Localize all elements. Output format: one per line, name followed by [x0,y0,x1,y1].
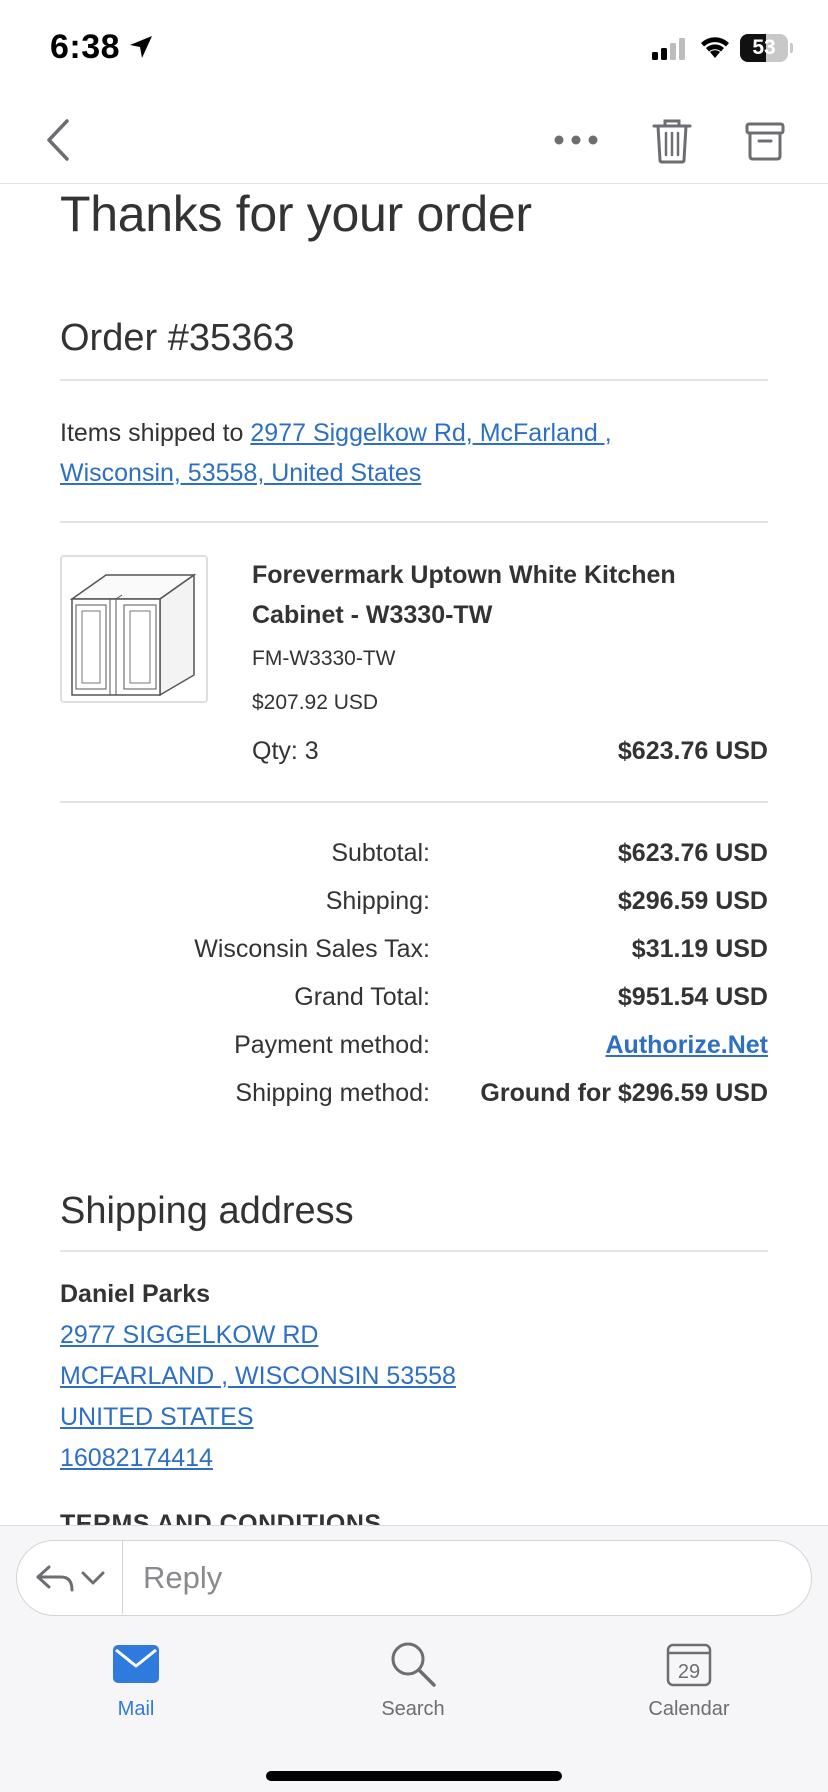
summary-row-grand-total: Grand Total: $951.54 USD [294,983,768,1011]
shipped-prefix: Items shipped to [60,419,251,447]
tab-calendar[interactable]: 29 Calendar [619,1636,759,1721]
terms-heading: TERMS AND CONDITIONS [60,1510,382,1525]
battery-level: 53 [752,36,776,59]
reply-input[interactable]: Reply [143,1541,222,1614]
payment-method-link[interactable]: Authorize.Net [606,1031,769,1060]
divider [60,1250,768,1252]
recipient-name: Daniel Parks [60,1280,211,1308]
ellipsis-icon [554,135,598,145]
divider [60,379,768,381]
back-button[interactable] [36,114,80,166]
status-time: 6:38 [50,28,121,66]
home-indicator [266,1771,562,1781]
chevron-left-icon [47,119,69,161]
summary-row-shipping: Shipping: $296.59 USD [325,887,768,915]
wifi-icon [701,37,729,58]
location-arrow-icon [130,36,152,58]
divider [60,801,768,803]
tab-search[interactable]: Search [343,1636,483,1721]
archive-button[interactable] [740,114,790,168]
tab-mail-label: Mail [117,1698,155,1720]
summary-row-subtotal: Subtotal: $623.76 USD [331,839,768,867]
tab-calendar-label: Calendar [648,1698,730,1720]
product-thumbnail[interactable] [60,555,208,703]
summary-row-shipping-method: Shipping method: Ground for $296.59 USD [235,1079,768,1107]
trash-icon [652,119,692,164]
product-line-total: $623.76 USD [617,737,768,765]
calendar-day: 29 [678,1661,700,1683]
envelope-icon [113,1645,159,1683]
summary-row-payment-method: Payment method: Authorize.Net [234,1031,769,1060]
search-icon [391,1642,436,1687]
product-name: Forevermark Uptown White Kitchen Cabinet… [252,561,676,629]
reply-arrow-icon [36,1565,73,1591]
archive-box-icon [745,122,785,161]
mail-toolbar [0,100,828,184]
cabinet-image [69,573,197,697]
divider [60,521,768,523]
shipped-to-text: Items shipped to 2977 Siggelkow Rd, McFa… [60,413,768,493]
more-button[interactable] [548,118,604,162]
tab-mail[interactable]: Mail [66,1636,206,1721]
shipping-address-heading: Shipping address [60,1190,354,1232]
chevron-down-icon [81,1571,104,1584]
phone-link[interactable]: 16082174414 [60,1444,213,1473]
product-qty: Qty: 3 [252,737,319,765]
calendar-icon: 29 [666,1643,712,1687]
address-line-1-link[interactable]: 2977 SIGGELKOW RD [60,1321,318,1350]
battery-icon: 53 [740,34,793,62]
product-price: $207.92 USD [252,691,379,714]
email-body: Thanks for your order Order #35363 Items… [0,185,828,1525]
reply-bar: Reply [16,1540,812,1616]
bottom-bar: Reply Mail Search 29 Calendar [0,1525,828,1792]
reply-options-button[interactable] [17,1541,123,1614]
summary-row-tax: Wisconsin Sales Tax: $31.19 USD [194,935,768,963]
delete-button[interactable] [648,114,696,168]
order-number: Order #35363 [60,317,295,359]
tab-search-label: Search [381,1698,445,1720]
address-line-2-link[interactable]: MCFARLAND , WISCONSIN 53558 [60,1362,456,1391]
product-sku: FM-W3330-TW [252,647,396,670]
address-line-3-link[interactable]: UNITED STATES [60,1403,254,1432]
status-bar: 6:38 53 [0,0,828,100]
cellular-signal-icon [652,38,685,60]
email-title: Thanks for your order [60,186,532,242]
